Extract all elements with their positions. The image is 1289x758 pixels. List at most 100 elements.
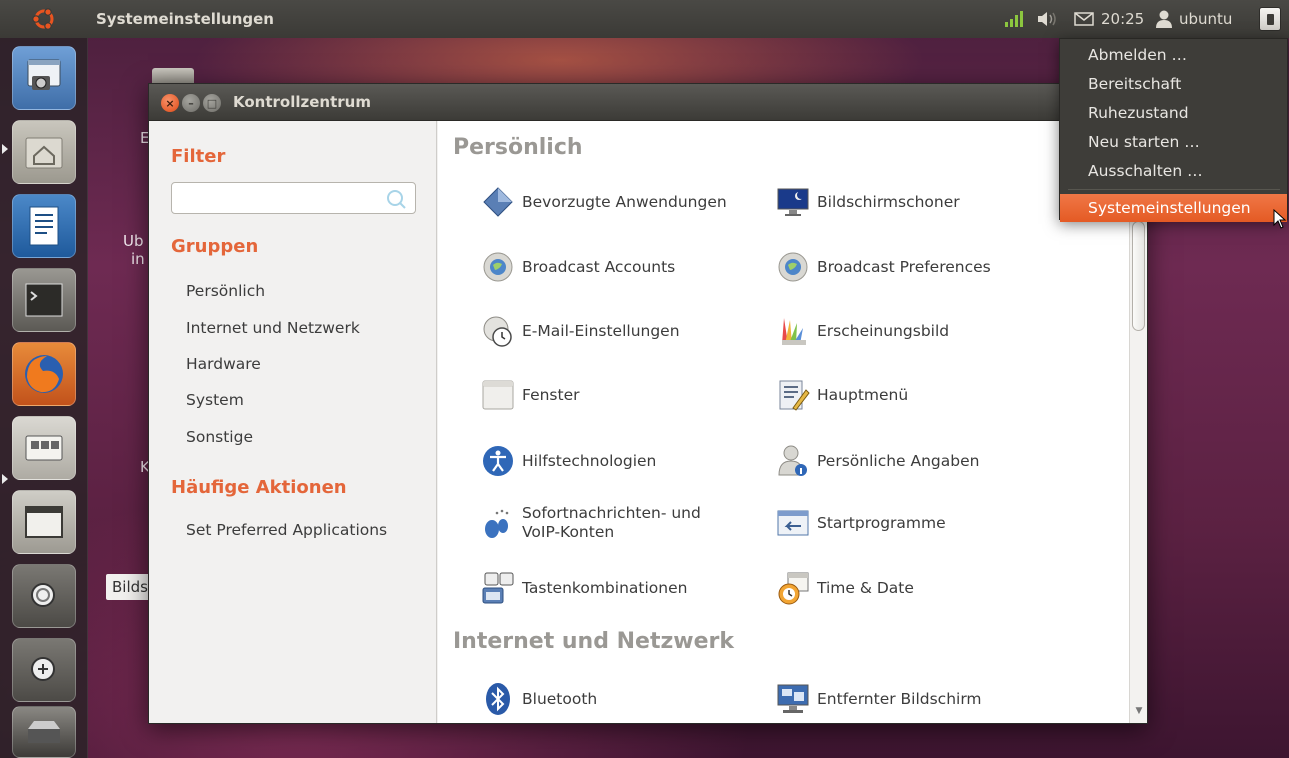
launcher-terminal[interactable] [12,268,76,332]
applet-label: Hauptmenü [817,385,909,404]
launcher-zoom-out[interactable] [12,564,76,628]
close-button[interactable]: × [161,94,179,112]
applet-label: Entfernter Bildschirm [817,689,982,708]
applet-label: Broadcast Accounts [522,257,676,276]
window-icon [482,380,514,410]
network-indicator[interactable] [1004,0,1026,38]
filter-input[interactable] [176,186,376,210]
applet-label: E-Mail-Einstellungen [522,321,680,340]
sound-indicator[interactable] [1036,0,1060,38]
home-folder-icon [25,137,63,169]
menu-item-shutdown[interactable]: Ausschalten … [1060,157,1287,185]
menu-item-restart[interactable]: Neu starten … [1060,128,1287,156]
session-indicator[interactable] [1259,0,1281,38]
applet-label: Sofortnachrichten- und VoIP-Konten [522,504,701,541]
session-menu: Abmelden … Bereitschaft Ruhezustand Neu … [1059,38,1288,222]
ubuntu-logo-button[interactable] [0,0,88,38]
time-date-icon [778,572,809,605]
sidebar: Filter Gruppen Persönlich Internet und N… [149,121,437,723]
menu-separator [1068,189,1280,190]
applet-main-menu[interactable]: Hauptmenü [773,373,908,417]
applet-label: Fenster [522,385,580,404]
applet-label: Bluetooth [522,689,598,708]
filter-field[interactable] [171,182,416,214]
user-indicator[interactable]: ubuntu [1154,0,1232,38]
clock-label: 20:25 [1101,10,1145,28]
window-title: Kontrollzentrum [233,93,371,111]
applet-panel: Persönlich Bevorzugte Anwendungen Bildsc… [438,121,1129,723]
screensaver-icon [777,188,809,216]
writer-icon [29,206,59,246]
actions-heading: Häufige Aktionen [171,477,347,498]
group-item-other[interactable]: Sonstige [186,428,253,446]
applet-time-date[interactable]: Time & Date [773,566,914,610]
launcher-writer[interactable] [12,194,76,258]
launcher-system-settings[interactable] [12,46,76,110]
top-panel: Systemeinstellungen 20:25 ubuntu [0,0,1289,38]
applet-appearance[interactable]: Erscheinungsbild [773,309,949,353]
group-item-system[interactable]: System [186,391,244,409]
bluetooth-icon [486,683,510,715]
accessibility-icon [483,446,513,476]
broadcast-icon [483,252,513,282]
applet-broadcast-accounts[interactable]: Broadcast Accounts [478,245,675,289]
menu-item-suspend[interactable]: Bereitschaft [1060,70,1287,98]
launcher-drive[interactable] [12,706,76,758]
menu-item-hibernate[interactable]: Ruhezustand [1060,99,1287,127]
applet-mail-settings[interactable]: E-Mail-Einstellungen [478,309,680,353]
desktop-tooltip: Bilds [106,574,154,600]
launcher-zoom-in[interactable] [12,638,76,702]
broadcast-icon [778,252,808,282]
group-item-internet[interactable]: Internet und Netzwerk [186,319,360,337]
launcher-window[interactable] [12,490,76,554]
desktop-text-fragment: Ub [123,232,144,250]
applet-accessibility[interactable]: Hilfstechnologien [478,439,656,483]
applet-screensaver[interactable]: Bildschirmschoner [773,180,960,224]
applet-about-me[interactable]: Persönliche Angaben [773,439,979,483]
control-center-window: × – □ Kontrollzentrum Filter Gruppen Per… [148,83,1148,724]
firefox-icon [25,355,63,393]
group-item-personal[interactable]: Persönlich [186,282,265,300]
action-set-preferred-apps[interactable]: Set Preferred Applications [186,521,387,539]
minimize-button[interactable]: – [182,94,200,112]
desktop-folder-icon[interactable] [152,68,194,84]
close-icon: × [165,96,175,110]
control-center-icon [25,435,63,461]
applet-preferred-apps[interactable]: Bevorzugte Anwendungen [478,180,727,224]
window-titlebar[interactable]: × – □ Kontrollzentrum [149,84,1147,121]
launcher [0,38,88,758]
menu-item-logout[interactable]: Abmelden … [1060,41,1287,69]
applet-keyboard-shortcuts[interactable]: Tastenkombinationen [478,566,687,610]
scroll-down-arrow-icon[interactable]: ▼ [1133,703,1145,719]
applet-broadcast-preferences[interactable]: Broadcast Preferences [773,245,991,289]
preferred-apps-icon [483,187,513,217]
remote-desktop-icon [777,684,809,713]
applet-label: Tastenkombinationen [522,578,688,597]
launcher-running-indicator [2,144,8,154]
volume-icon [1038,12,1056,26]
messaging-icon [485,509,509,538]
launcher-control-center[interactable] [12,416,76,480]
minimize-icon: – [188,96,194,110]
applet-label: Bevorzugte Anwendungen [522,192,727,211]
keyboard-shortcuts-icon [482,572,514,604]
groups-heading: Gruppen [171,236,259,257]
applet-messaging[interactable]: Sofortnachrichten- und VoIP-Konten [478,501,732,545]
clock-indicator[interactable]: 20:25 [1101,0,1144,38]
launcher-firefox[interactable] [12,342,76,406]
applet-remote-desktop[interactable]: Entfernter Bildschirm [773,677,982,721]
scrollbar-thumb[interactable] [1132,221,1145,331]
system-settings-icon [27,59,61,90]
applet-bluetooth[interactable]: Bluetooth [478,677,597,721]
messaging-indicator[interactable] [1074,0,1094,38]
zoom-out-icon [31,583,55,607]
mouse-pointer-icon [1273,209,1287,229]
applet-window[interactable]: Fenster [478,373,580,417]
menu-item-system-settings[interactable]: Systemeinstellungen [1060,194,1287,222]
group-item-hardware[interactable]: Hardware [186,355,261,373]
section-title-personal: Persönlich [453,135,583,160]
applet-startup[interactable]: Startprogramme [773,501,946,545]
launcher-home-folder[interactable] [12,120,76,184]
maximize-button[interactable]: □ [203,94,221,112]
window-icon [25,506,63,538]
